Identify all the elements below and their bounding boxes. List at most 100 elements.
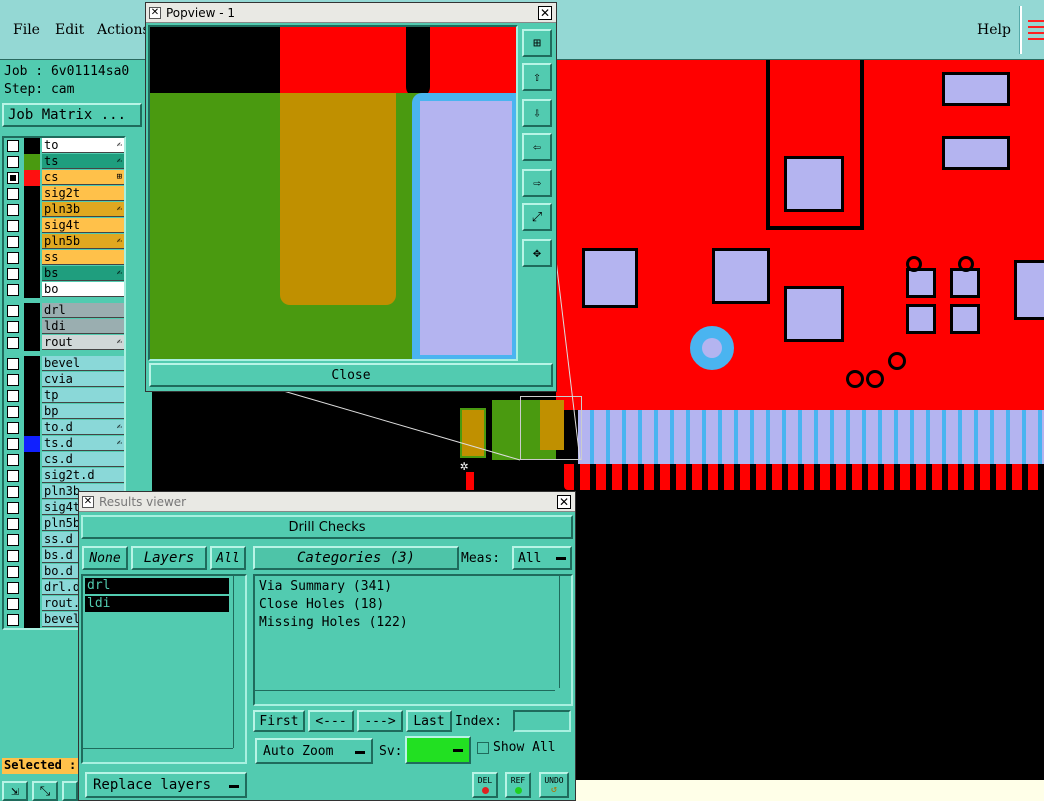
pan-down-icon[interactable]: ⇩ [522,99,552,127]
layer-row[interactable]: bp [4,404,124,420]
layer-name[interactable]: bp [42,404,124,419]
pan-left-icon[interactable]: ⇦ [522,133,552,161]
popview-close-icon[interactable]: ✕ [538,6,552,20]
layer-name[interactable]: sig2t [42,186,124,201]
menu-actions[interactable]: Actions [97,22,150,38]
layer-checkbox[interactable] [7,268,19,280]
layer-name[interactable]: ldi [42,319,124,334]
layer-color-swatch[interactable] [24,138,40,154]
layer-color-swatch[interactable] [24,484,40,500]
sv-color-dropdown[interactable] [405,736,471,764]
first-button[interactable]: First [253,710,305,732]
layer-color-swatch[interactable] [24,532,40,548]
layer-checkbox[interactable] [7,374,19,386]
job-matrix-button[interactable]: Job Matrix ... [2,103,142,127]
layer-row[interactable]: pln5b ✍ [4,234,124,250]
layer-name[interactable]: pln5b ✍ [42,234,124,249]
layer-color-swatch[interactable] [24,218,40,234]
layer-checkbox[interactable] [7,502,19,514]
layer-row[interactable]: ldi [4,319,124,335]
layer-checkbox[interactable] [7,284,19,296]
layer-row[interactable]: ss [4,250,124,266]
show-all-checkbox[interactable] [477,742,489,754]
layer-color-swatch[interactable] [24,282,40,298]
layer-checkbox[interactable] [7,337,19,349]
categories-hscrollbar[interactable] [255,690,555,704]
layers-none-button[interactable]: None [82,546,128,570]
layer-checkbox[interactable] [7,358,19,370]
layer-name[interactable]: cs.d [42,452,124,467]
categories-tab[interactable]: Categories (3) [253,546,459,570]
layer-color-swatch[interactable] [24,266,40,282]
layer-checkbox[interactable] [7,220,19,232]
layer-checkbox[interactable] [7,550,19,562]
layer-color-swatch[interactable] [24,548,40,564]
pan-right-icon[interactable]: ⇨ [522,169,552,197]
layer-color-swatch[interactable] [24,564,40,580]
layer-checkbox[interactable] [7,172,19,184]
layer-checkbox[interactable] [7,518,19,530]
layers-listbox[interactable]: drl ldi [81,574,247,764]
prev-button[interactable]: <--- [308,710,354,732]
popview-canvas[interactable] [148,25,518,361]
layer-row[interactable]: bevel [4,356,124,372]
popview-close-button[interactable]: Close [149,363,553,387]
layer-name[interactable]: bevel [42,356,124,371]
category-item[interactable]: Missing Holes (122) [259,614,549,632]
layer-row[interactable]: tp [4,388,124,404]
layer-name[interactable]: rout ✍ [42,335,124,350]
auto-zoom-dropdown[interactable]: Auto Zoom [255,738,373,764]
layer-color-swatch[interactable] [24,452,40,468]
layer-color-swatch[interactable] [24,250,40,266]
next-button[interactable]: ---> [357,710,403,732]
tool-icon-2[interactable]: ⤡ [32,781,58,801]
layer-checkbox[interactable] [7,140,19,152]
layers-tab[interactable]: Layers [131,546,207,570]
layer-color-swatch[interactable] [24,612,40,628]
results-titlebar[interactable]: ✕ Results viewer ✕ [79,492,575,512]
del-button[interactable]: DEL [472,772,498,798]
popview-titlebar[interactable]: ✕ Popview - 1 ✕ [146,3,556,23]
categories-listbox[interactable]: Via Summary (341) Close Holes (18) Missing… [253,574,573,706]
menu-edit[interactable]: Edit [55,22,84,38]
layer-color-swatch[interactable] [24,388,40,404]
layer-checkbox[interactable] [7,236,19,248]
layers-hscrollbar[interactable] [83,748,233,762]
layer-name[interactable]: drl [42,303,124,318]
layer-checkbox[interactable] [7,534,19,546]
layer-row[interactable]: to.d ✍ [4,420,124,436]
layer-row[interactable]: cs ⊞ [4,170,124,186]
layer-row[interactable]: bs ✍ [4,266,124,282]
categories-vscrollbar[interactable] [559,576,571,688]
layer-color-swatch[interactable] [24,436,40,452]
zoom-in-icon[interactable]: ✥ [522,239,552,267]
layer-color-swatch[interactable] [24,500,40,516]
layer-color-swatch[interactable] [24,356,40,372]
layer-name[interactable]: sig2t.d [42,468,124,483]
layer-color-swatch[interactable] [24,170,40,186]
layer-color-swatch[interactable] [24,319,40,335]
layer-row[interactable]: ts ✍ [4,154,124,170]
results-close-icon[interactable]: ✕ [557,495,571,509]
layer-checkbox[interactable] [7,305,19,317]
layer-color-swatch[interactable] [24,580,40,596]
layer-color-swatch[interactable] [24,186,40,202]
layer-name[interactable]: bo [42,282,124,297]
meas-dropdown[interactable]: All [512,546,572,570]
layer-name[interactable]: sig4t [42,218,124,233]
layer-color-swatch[interactable] [24,372,40,388]
layer-name[interactable]: pln3b ✍ [42,202,124,217]
layers-all-button[interactable]: All [210,546,246,570]
layer-color-swatch[interactable] [24,202,40,218]
layer-checkbox[interactable] [7,470,19,482]
layer-color-swatch[interactable] [24,420,40,436]
layer-row[interactable]: ts.d ✍ [4,436,124,452]
category-item[interactable]: Via Summary (341) [259,578,549,596]
layer-checkbox[interactable] [7,566,19,578]
layer-row[interactable]: rout ✍ [4,335,124,351]
layer-checkbox[interactable] [7,614,19,626]
layer-name[interactable]: bs ✍ [42,266,124,281]
layer-checkbox[interactable] [7,598,19,610]
layer-name[interactable]: ss [42,250,124,265]
layer-name[interactable]: ts.d ✍ [42,436,124,451]
